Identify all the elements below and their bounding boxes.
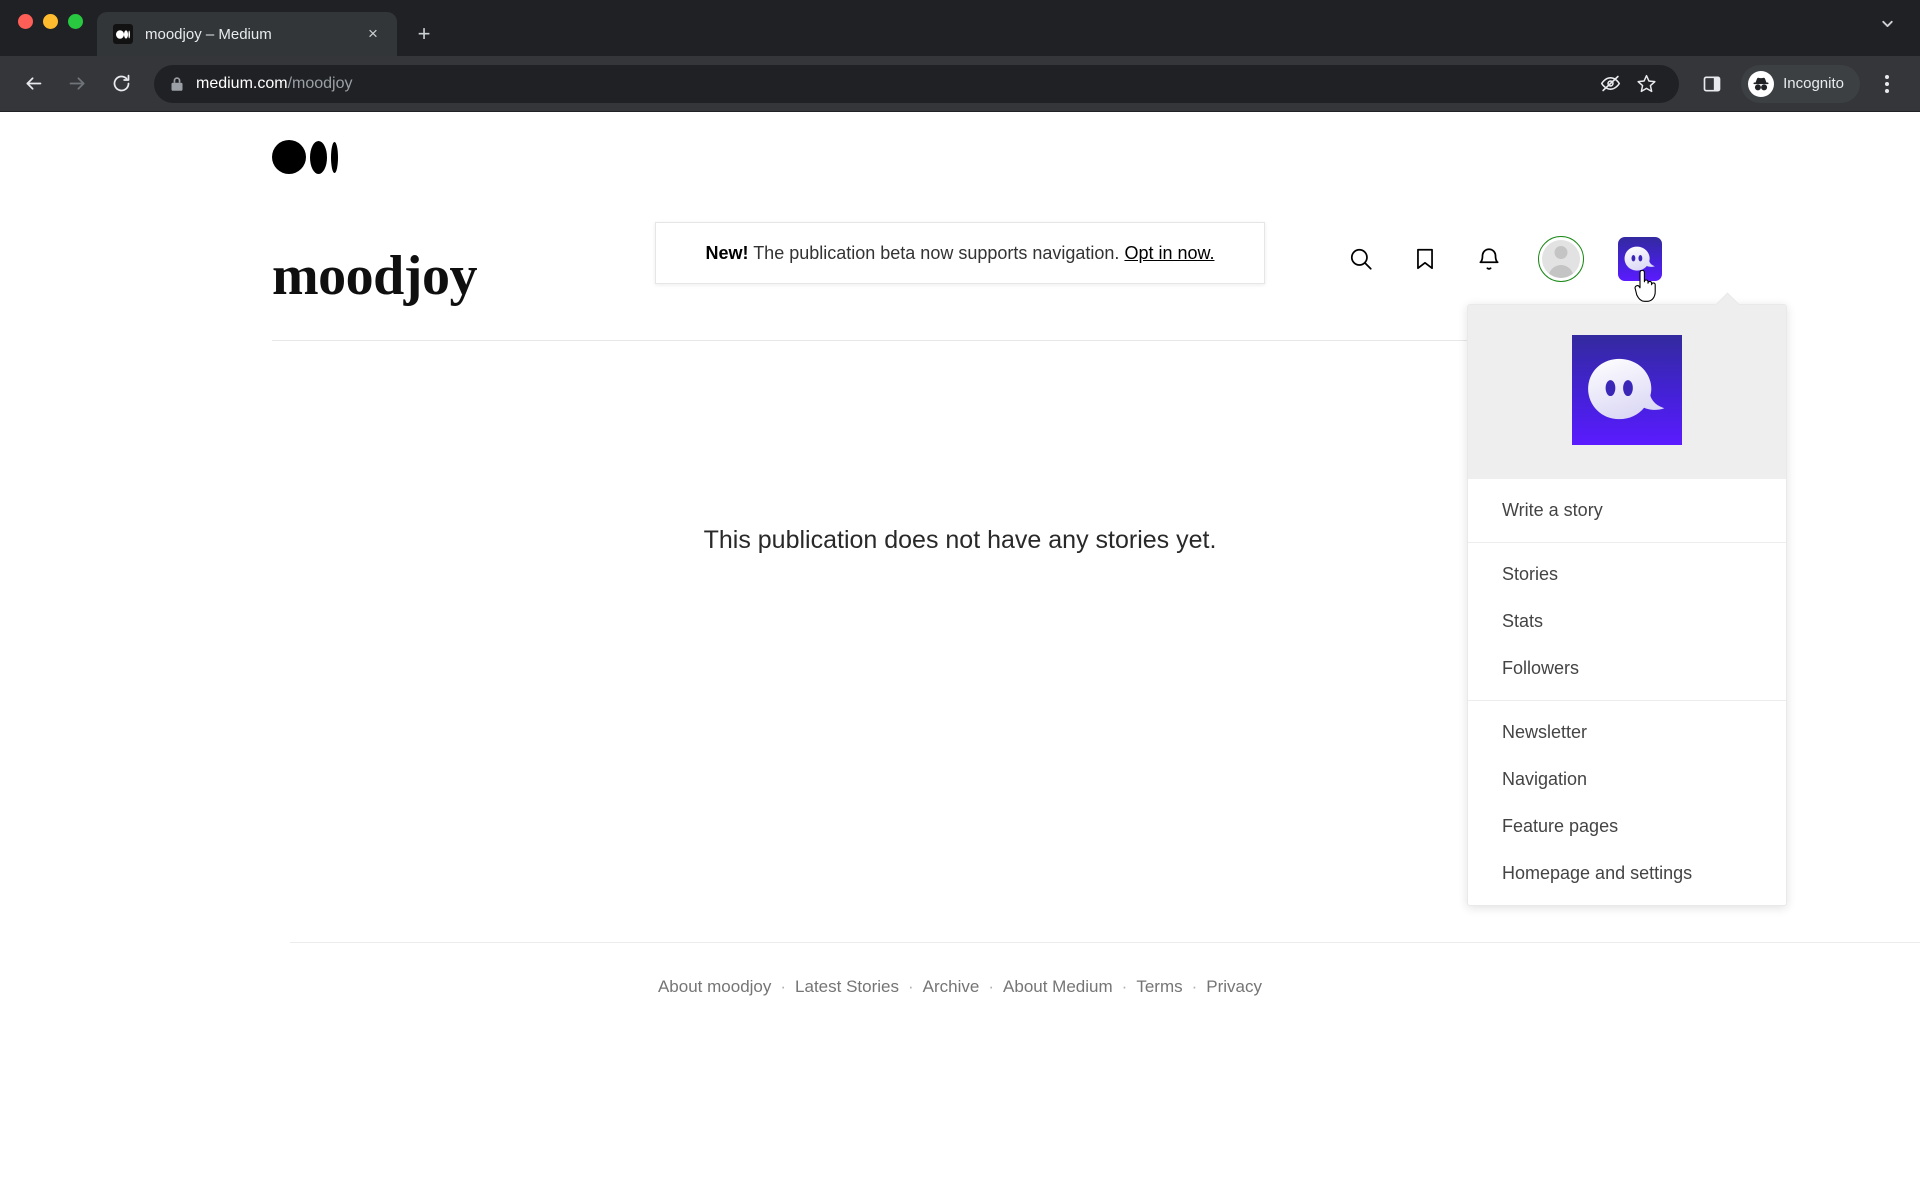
menu-item-stats[interactable]: Stats [1468, 598, 1786, 645]
url-text: medium.com/moodjoy [196, 75, 353, 93]
footer-link-about-publication[interactable]: About moodjoy [658, 977, 771, 997]
opt-in-link[interactable]: Opt in now. [1124, 243, 1214, 263]
browser-toolbar: medium.com/moodjoy Incognito [0, 56, 1920, 112]
medium-logo-icon[interactable] [272, 140, 338, 174]
footer-link-latest-stories[interactable]: Latest Stories [795, 977, 899, 997]
search-icon[interactable] [1346, 244, 1376, 274]
dropdown-section-settings: Newsletter Navigation Feature pages Home… [1468, 700, 1786, 905]
omnibox-actions [1593, 67, 1663, 101]
forward-arrow-icon [58, 65, 96, 103]
publication-avatar[interactable] [1618, 237, 1662, 281]
footer-separator: · [1191, 977, 1198, 996]
footer-separator: · [780, 977, 787, 996]
dropdown-header [1468, 305, 1786, 479]
menu-item-feature-pages[interactable]: Feature pages [1468, 803, 1786, 850]
footer-link-terms[interactable]: Terms [1136, 977, 1182, 997]
maximize-window-button[interactable] [68, 13, 83, 29]
site-footer: About moodjoy · Latest Stories · Archive… [0, 977, 1920, 997]
close-tab-button[interactable]: × [361, 22, 385, 46]
browser-window: moodjoy – Medium × + medium.com/moodjoy … [0, 0, 1920, 1200]
address-bar[interactable]: medium.com/moodjoy [154, 64, 1680, 103]
tab-title: moodjoy – Medium [145, 25, 272, 43]
ghost-icon [1588, 358, 1665, 420]
incognito-icon [1748, 70, 1775, 97]
reload-icon[interactable] [102, 65, 140, 103]
eye-slash-icon[interactable] [1593, 67, 1627, 101]
back-arrow-icon[interactable] [14, 65, 52, 103]
menu-item-homepage-and-settings[interactable]: Homepage and settings [1468, 850, 1786, 897]
banner-body: The publication beta now supports naviga… [748, 242, 1125, 263]
bell-icon[interactable] [1474, 244, 1504, 274]
menu-item-followers[interactable]: Followers [1468, 645, 1786, 692]
banner-prefix: New! [705, 242, 749, 263]
footer-link-about-medium[interactable]: About Medium [1003, 977, 1113, 997]
publication-dropdown-menu: Write a story Stories Stats Followers Ne… [1467, 292, 1787, 906]
star-icon[interactable] [1629, 67, 1663, 101]
dropdown-publication-avatar[interactable] [1572, 335, 1682, 445]
medium-logo-icon [113, 24, 133, 44]
dropdown-section-write: Write a story [1468, 479, 1786, 542]
lock-icon [170, 76, 184, 92]
side-panel-icon[interactable] [1693, 65, 1731, 103]
url-domain: medium.com [196, 74, 288, 92]
footer-separator: · [908, 977, 914, 996]
site-header [0, 112, 1920, 202]
window-controls [18, 0, 97, 56]
footer-separator: · [988, 977, 995, 996]
kebab-menu-icon[interactable] [1868, 65, 1906, 103]
profile-button[interactable]: Incognito [1741, 64, 1860, 103]
footer-link-archive[interactable]: Archive [923, 977, 980, 997]
profile-label: Incognito [1783, 75, 1844, 92]
menu-item-navigation[interactable]: Navigation [1468, 756, 1786, 803]
ghost-icon [1624, 246, 1655, 271]
footer-link-privacy[interactable]: Privacy [1206, 977, 1262, 997]
browser-tab[interactable]: moodjoy – Medium × [97, 12, 397, 56]
menu-item-write-a-story[interactable]: Write a story [1468, 487, 1786, 534]
tab-strip-right [1872, 0, 1920, 56]
url-path: /moodjoy [287, 74, 353, 92]
promo-banner: New! The publication beta now supports n… [655, 222, 1265, 284]
tab-strip: moodjoy – Medium × + [0, 0, 1920, 56]
banner-text: New! The publication beta now supports n… [706, 243, 1215, 264]
toolbar-right: Incognito [1693, 64, 1906, 103]
new-tab-button[interactable]: + [407, 17, 441, 51]
menu-item-newsletter[interactable]: Newsletter [1468, 709, 1786, 756]
chevron-down-icon[interactable] [1872, 8, 1902, 38]
dropdown-section-manage: Stories Stats Followers [1468, 542, 1786, 700]
header-actions [1346, 236, 1662, 282]
menu-item-stories[interactable]: Stories [1468, 551, 1786, 598]
title-divider [272, 340, 1648, 341]
page-content: New! The publication beta now supports n… [0, 112, 1920, 1200]
user-avatar[interactable] [1538, 236, 1584, 282]
bookmark-icon[interactable] [1410, 244, 1440, 274]
close-window-button[interactable] [18, 13, 33, 29]
footer-divider [290, 942, 1920, 943]
minimize-window-button[interactable] [43, 13, 58, 29]
footer-separator: · [1121, 977, 1128, 996]
